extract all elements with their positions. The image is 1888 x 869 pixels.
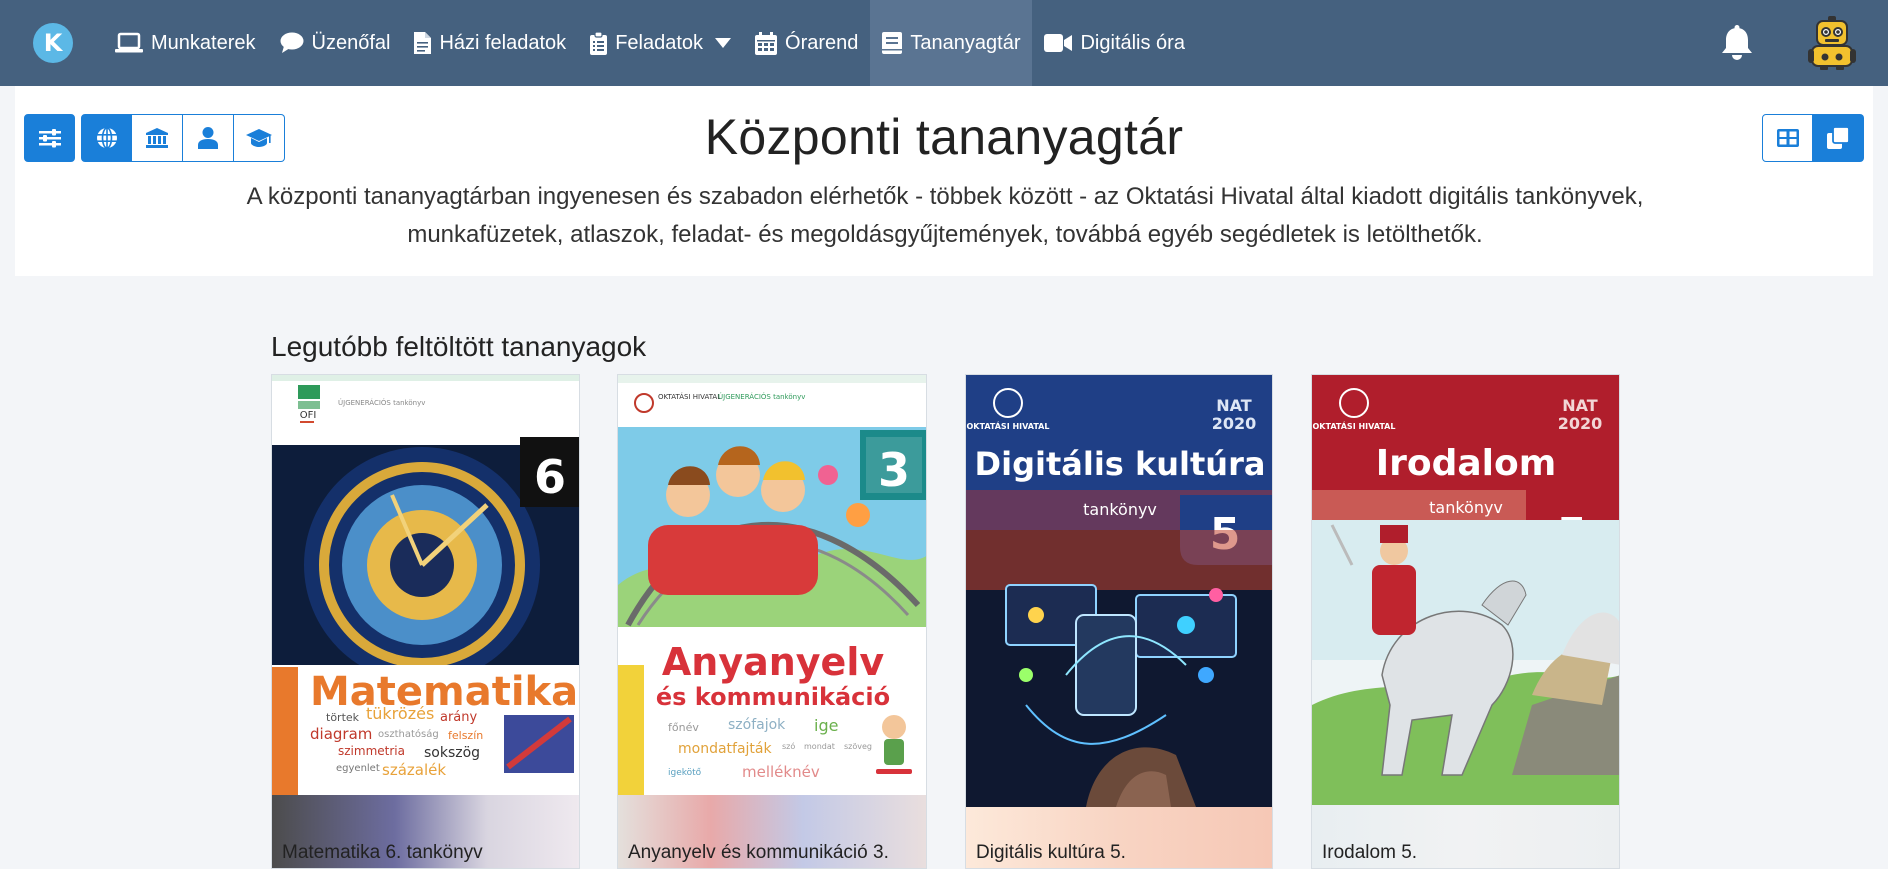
book-card-digitalis-kultura[interactable]: OKTATÁSI HIVATAL NAT 2020 Digitális kult… — [965, 374, 1273, 869]
grid-view-button[interactable] — [1762, 114, 1813, 162]
cover-publisher: OKTATÁSI HIVATAL — [967, 420, 1050, 431]
cover-nat: NAT — [1562, 396, 1598, 415]
cover-word: igekötő — [668, 768, 702, 778]
page-description: A központi tananyagtárban ingyenesen és … — [246, 183, 1644, 248]
nav-item-hazi-feladatok[interactable]: Házi feladatok — [402, 0, 578, 86]
cover-word: főnév — [668, 721, 699, 734]
cover-subject-line1: Anyanyelv — [662, 640, 884, 684]
cover-word: törtek — [326, 711, 360, 724]
cover-grade: 6 — [534, 450, 566, 504]
cover-top-label: ÚJGENERÁCIÓS tankönyv — [718, 392, 805, 401]
user-avatar[interactable] — [1806, 16, 1858, 70]
nav-right-area — [1720, 0, 1888, 86]
cover-word: oszthatóság — [378, 728, 439, 740]
cover-publisher: OKTATÁSI HIVATAL — [1313, 420, 1396, 431]
cover-word: sokszög — [424, 745, 480, 761]
nav-label: Digitális óra — [1080, 31, 1185, 54]
cover-subject: Matematika — [310, 669, 578, 715]
caret-down-icon — [715, 38, 732, 48]
cover-word: szöveg — [844, 742, 872, 751]
cover-word: mondatfajták — [678, 741, 772, 757]
cover-word: szó — [782, 741, 795, 751]
cover-nat-year: 2020 — [1558, 414, 1603, 433]
video-icon — [1044, 34, 1073, 52]
cover-word: ige — [814, 716, 838, 735]
nav-item-tananyagtar[interactable]: Tananyagtár — [870, 0, 1033, 86]
grid-view-icon — [1776, 129, 1799, 147]
laptop-icon — [115, 32, 143, 53]
nav-item-feladatok[interactable]: Feladatok — [578, 0, 743, 86]
nav-label: Üzenőfal — [311, 31, 391, 54]
book-cover: OKTATÁSI HIVATAL NAT 2020 Digitális kult… — [966, 375, 1272, 807]
page-title: Központi tananyagtár — [704, 109, 1184, 165]
section-title: Legutóbb feltöltött tananyagok — [271, 331, 647, 362]
cover-word: mondat — [804, 742, 835, 751]
book-card-irodalom[interactable]: OKTATÁSI HIVATAL NAT 2020 Irodalom tankö… — [1311, 374, 1620, 869]
brand-logo[interactable]: K — [33, 23, 73, 63]
cover-subject: Irodalom — [1376, 443, 1557, 484]
header-card: Központi tananyagtár A központi tananyag… — [15, 86, 1873, 276]
book-title: Irodalom 5. — [1322, 842, 1418, 863]
notifications-button[interactable] — [1720, 25, 1754, 61]
nav-label: Házi feladatok — [439, 31, 567, 54]
file-icon — [414, 32, 432, 54]
top-navbar: K Munkaterek Üzenőfal Házi feladatok Fel… — [0, 0, 1888, 86]
book-title: Matematika 6. tankönyv — [282, 842, 483, 863]
robot-avatar-icon — [1808, 16, 1856, 70]
nav-item-orarend[interactable]: Órarend — [743, 0, 870, 86]
comment-icon — [280, 32, 303, 53]
book-icon — [882, 32, 903, 54]
bell-icon — [1722, 25, 1752, 60]
cover-top-label: ÚJGENERÁCIÓS tankönyv — [338, 398, 425, 407]
book-cover: OKTATÁSI HIVATAL ÚJGENERÁCIÓS tankönyv 3… — [618, 375, 926, 795]
card-view-button[interactable] — [1813, 114, 1864, 162]
calendar-icon — [755, 31, 778, 55]
cover-book-type: tankönyv — [1083, 500, 1157, 519]
book-card-matematika[interactable]: OFI ÚJGENERÁCIÓS tankönyv 6 Matematika t… — [271, 374, 580, 869]
view-mode-group — [1762, 114, 1864, 162]
cover-nat-year: 2020 — [1212, 414, 1257, 433]
nav-label: Órarend — [785, 31, 859, 54]
cover-nat: NAT — [1216, 396, 1252, 415]
book-cover: OKTATÁSI HIVATAL NAT 2020 Irodalom tankö… — [1312, 375, 1619, 805]
book-cover: OFI ÚJGENERÁCIÓS tankönyv 6 Matematika t… — [272, 375, 579, 795]
nav-label: Tananyagtár — [910, 31, 1021, 54]
cover-publisher: OKTATÁSI HIVATAL — [658, 392, 721, 401]
nav-label: Feladatok — [615, 31, 704, 54]
book-title: Digitális kultúra 5. — [976, 842, 1126, 863]
cover-publisher: OFI — [300, 410, 317, 421]
nav-label: Munkaterek — [151, 31, 256, 54]
cover-word: arány — [440, 710, 478, 725]
clipboard-icon — [590, 31, 608, 55]
nav-item-uzenofal[interactable]: Üzenőfal — [268, 0, 403, 86]
cover-word: szimmetria — [338, 744, 405, 758]
cover-word: diagram — [310, 725, 372, 743]
cover-word: százalék — [382, 761, 446, 779]
cover-subject-line2: és kommunikáció — [656, 683, 890, 711]
copy-view-icon — [1827, 127, 1849, 149]
cover-word: szófajok — [728, 717, 786, 733]
cover-grade: 3 — [878, 443, 910, 497]
cover-word: tükrözés — [366, 704, 434, 723]
cover-word: melléknév — [742, 763, 820, 781]
cover-subject: Digitális kultúra — [975, 445, 1266, 483]
nav-item-digitalis-ora[interactable]: Digitális óra — [1032, 0, 1196, 86]
nav-item-munkaterek[interactable]: Munkaterek — [103, 0, 268, 86]
cover-book-type: tankönyv — [1429, 498, 1503, 517]
cover-word: felszín — [448, 729, 483, 742]
book-card-anyanyelv[interactable]: OKTATÁSI HIVATAL ÚJGENERÁCIÓS tankönyv 3… — [617, 374, 927, 869]
book-title: Anyanyelv és kommunikáció 3. — [628, 842, 889, 863]
cover-word: egyenlet — [336, 763, 380, 774]
